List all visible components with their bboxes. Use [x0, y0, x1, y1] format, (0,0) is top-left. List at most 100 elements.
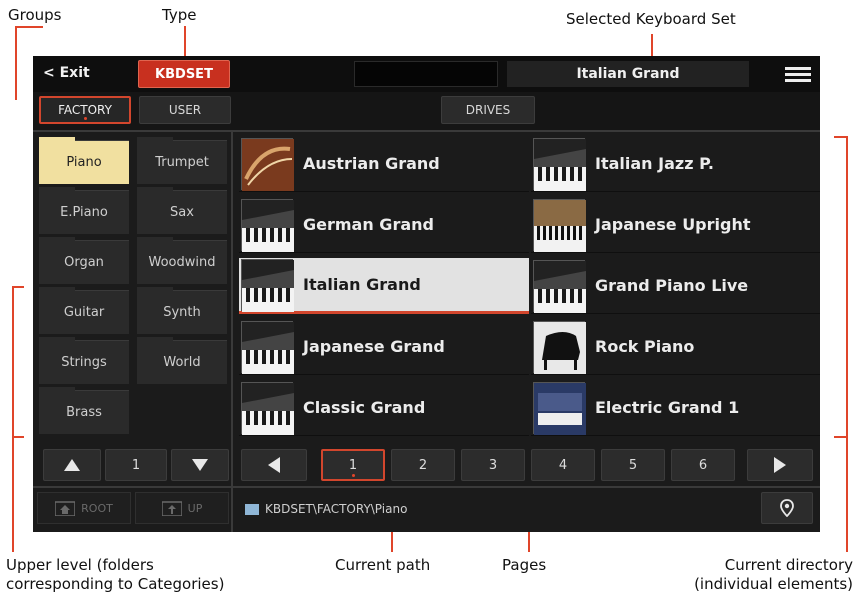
item-thumbnail: [533, 259, 586, 313]
blank-display: [354, 61, 498, 87]
item-thumbnail: [533, 198, 586, 252]
annotation-groups: Groups: [8, 6, 62, 24]
page-button-5[interactable]: 5: [601, 449, 665, 481]
item-japanese-grand[interactable]: Japanese Grand: [239, 319, 529, 375]
item-thumbnail: [241, 381, 294, 435]
page-number: 3: [488, 457, 498, 473]
annotation-pages: Pages: [502, 556, 547, 574]
page-number: 2: [418, 457, 428, 473]
page-next-button[interactable]: [747, 449, 813, 481]
item-rock-piano[interactable]: Rock Piano: [531, 319, 820, 375]
category-trumpet[interactable]: Trumpet: [137, 137, 227, 184]
item-label: Rock Piano: [595, 337, 695, 356]
page-number: 1: [348, 457, 358, 473]
item-thumbnail: [241, 198, 294, 252]
annotation-upper-level: Upper level (folders corresponding to Ca…: [6, 556, 225, 593]
selected-keyboard-set: Italian Grand: [507, 61, 749, 87]
item-austrian-grand[interactable]: Austrian Grand: [239, 136, 529, 192]
type-button[interactable]: KBDSET: [138, 60, 230, 88]
tab-drives[interactable]: DRIVES: [441, 96, 535, 124]
current-path: KBDSET\FACTORY\Piano: [245, 502, 407, 516]
item-thumbnail: [241, 137, 294, 191]
location-pin-icon: [780, 499, 794, 517]
top-bar: < Exit KBDSET Italian Grand: [33, 56, 820, 92]
divider-bottom-left: [33, 486, 231, 488]
item-thumbnail: [533, 381, 586, 435]
category-world[interactable]: World: [137, 337, 227, 384]
page-button-2[interactable]: 2: [391, 449, 455, 481]
current-dir-line-upper: [846, 136, 848, 288]
item-thumbnail: [533, 320, 586, 374]
category-organ[interactable]: Organ: [39, 237, 129, 284]
category-strings[interactable]: Strings: [39, 337, 129, 384]
page-button-4[interactable]: 4: [531, 449, 595, 481]
category-guitar[interactable]: Guitar: [39, 287, 129, 334]
up-button[interactable]: UP: [135, 492, 229, 524]
page-number: 5: [628, 457, 638, 473]
tab-user[interactable]: USER: [139, 96, 231, 124]
page-button-1[interactable]: 1: [321, 449, 385, 481]
category-piano[interactable]: Piano: [39, 137, 129, 184]
item-italian-jazz-p-[interactable]: Italian Jazz P.: [531, 136, 820, 192]
item-label: Grand Piano Live: [595, 276, 749, 295]
device-screen: < Exit KBDSET Italian Grand FACTORY USER…: [33, 56, 820, 532]
category-sax[interactable]: Sax: [137, 187, 227, 234]
annotation-selected-set: Selected Keyboard Set: [566, 10, 736, 28]
folder-up-icon: [161, 501, 182, 516]
group-tabs: FACTORY USER DRIVES: [33, 92, 820, 130]
item-classic-grand[interactable]: Classic Grand: [239, 380, 529, 436]
annotation-type: Type: [162, 6, 197, 24]
page-number: 4: [558, 457, 568, 473]
item-label: Italian Jazz P.: [595, 154, 714, 173]
item-label: Classic Grand: [303, 398, 426, 417]
item-label: Japanese Upright: [595, 215, 751, 234]
item-thumbnail: [533, 137, 586, 191]
item-thumbnail: [241, 320, 294, 374]
category-synth[interactable]: Synth: [137, 287, 227, 334]
triangle-left-icon: [268, 457, 280, 473]
groups-line-v: [15, 26, 17, 100]
category-up-button[interactable]: [43, 449, 101, 481]
tab-factory[interactable]: FACTORY: [39, 96, 131, 124]
category-brass[interactable]: Brass: [39, 387, 129, 434]
folder-icon: [245, 503, 259, 515]
item-thumbnail: [241, 258, 294, 312]
page-button-6[interactable]: 6: [671, 449, 735, 481]
divider-bottom: [233, 486, 820, 488]
item-label: Italian Grand: [303, 275, 421, 294]
category-page-indicator: 1: [105, 449, 167, 481]
upper-level-bracket-top: [12, 286, 24, 288]
page-prev-button[interactable]: [241, 449, 307, 481]
upper-level-line: [12, 286, 14, 552]
locate-button[interactable]: [761, 492, 813, 524]
type-line: [184, 26, 186, 60]
item-electric-grand-1[interactable]: Electric Grand 1: [531, 380, 820, 436]
home-folder-icon: [55, 501, 76, 516]
divider: [33, 130, 820, 132]
category-down-button[interactable]: [171, 449, 229, 481]
annotation-current-directory: Current directory (individual elements): [694, 556, 853, 593]
category-e-piano[interactable]: E.Piano: [39, 187, 129, 234]
triangle-down-icon: [192, 459, 208, 471]
exit-button[interactable]: < Exit: [43, 65, 90, 81]
divider-vertical: [231, 132, 233, 532]
annotation-current-path: Current path: [335, 556, 431, 574]
current-dir-bracket-bottom: [834, 436, 848, 438]
groups-line-h: [15, 26, 43, 28]
item-german-grand[interactable]: German Grand: [239, 197, 529, 253]
page-button-3[interactable]: 3: [461, 449, 525, 481]
category-woodwind[interactable]: Woodwind: [137, 237, 227, 284]
triangle-right-icon: [774, 457, 786, 473]
item-italian-grand[interactable]: Italian Grand: [239, 258, 529, 314]
item-japanese-upright[interactable]: Japanese Upright: [531, 197, 820, 253]
item-grand-piano-live[interactable]: Grand Piano Live: [531, 258, 820, 314]
item-label: Electric Grand 1: [595, 398, 740, 417]
page-number: 6: [698, 457, 708, 473]
menu-icon[interactable]: [785, 65, 811, 85]
item-label: Japanese Grand: [303, 337, 445, 356]
current-dir-line: [846, 286, 848, 552]
root-button[interactable]: ROOT: [37, 492, 131, 524]
upper-level-bracket-bottom: [12, 436, 24, 438]
triangle-up-icon: [64, 459, 80, 471]
item-label: German Grand: [303, 215, 434, 234]
